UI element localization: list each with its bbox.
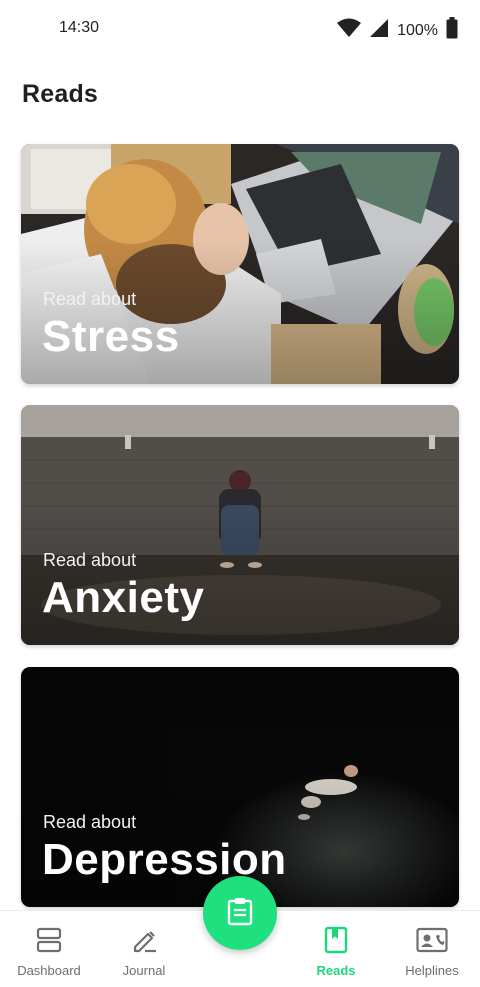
contact-card-icon [416,926,448,954]
read-card-depression[interactable]: Read about Depression [21,667,459,907]
nav-label: Reads [316,963,356,978]
nav-item-dashboard[interactable]: Dashboard [1,911,97,987]
fab-button[interactable] [203,876,277,950]
nav-label: Journal [122,963,166,978]
nav-item-helplines[interactable]: Helplines [384,911,480,987]
status-time: 14:30 [59,19,100,36]
card-title: Stress [42,312,180,361]
card-kicker: Read about [43,289,137,309]
nav-label: Helplines [405,963,459,978]
read-card-anxiety[interactable]: Read about Anxiety [21,405,459,645]
nav-item-journal[interactable]: Journal [96,911,192,987]
card-kicker: Read about [43,812,137,832]
card-kicker: Read about [43,550,137,570]
wifi-icon [337,18,362,43]
card-title: Anxiety [42,573,205,622]
read-card-stress[interactable]: Read about Stress [21,144,459,384]
nav-label: Dashboard [17,963,81,978]
pencil-icon [130,926,158,954]
battery-percentage: 100% [397,21,438,39]
status-icons: 100% [337,17,458,44]
page-title: Reads [22,80,99,108]
cellular-signal-icon [369,18,389,43]
battery-icon [446,17,458,44]
nav-item-reads[interactable]: Reads [288,911,384,987]
bookmark-book-icon [324,926,348,954]
clipboard-icon [226,896,254,931]
status-bar: 14:30 100% [0,0,480,60]
dashboard-icon [36,926,62,954]
